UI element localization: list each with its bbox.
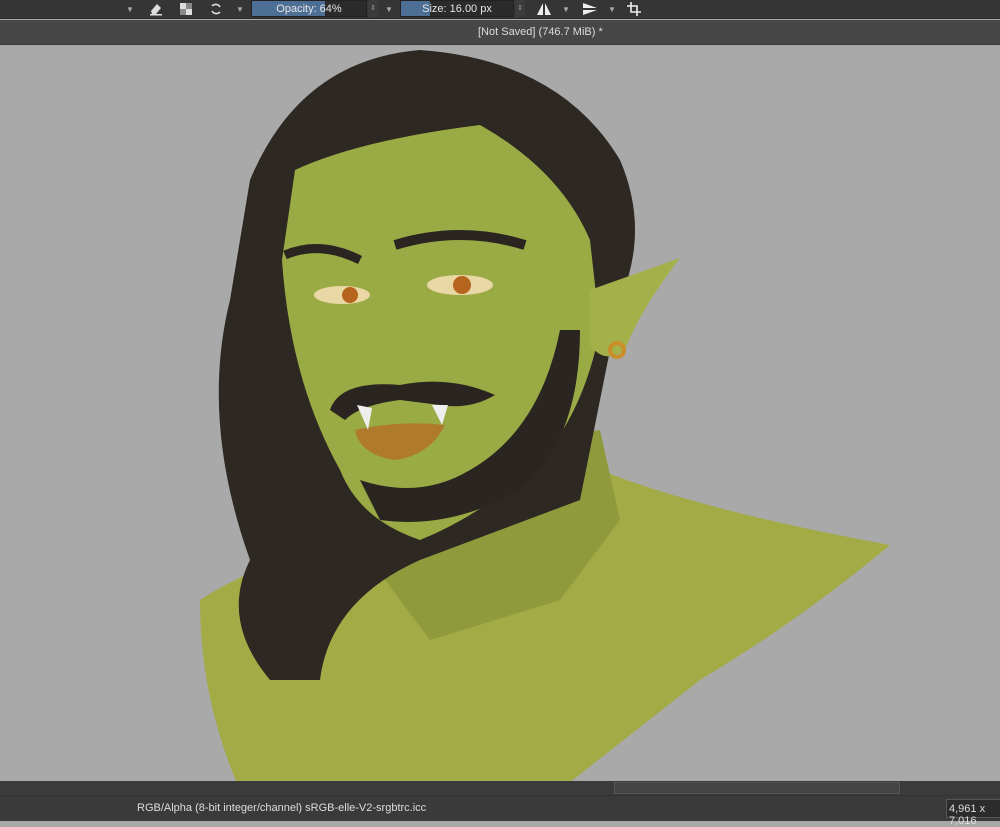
color-space-label[interactable]: RGB/Alpha (8-bit integer/channel) sRGB-e… [137,802,426,814]
chevron-down-icon[interactable]: ▼ [234,0,246,18]
toolbar: ▼ ▼ Opacity: 64% ⇕ ▼ Size: 16.00 px ⇕ ▼ … [0,0,1000,19]
opacity-label: Opacity: 64% [276,2,342,15]
status-bar: RGB/Alpha (8-bit integer/channel) sRGB-e… [0,795,1000,827]
horizontal-scrollbar[interactable] [0,781,1000,795]
image-dimensions[interactable]: 4,961 x 7,016 [946,799,1000,827]
mirror-vertical-icon[interactable] [580,0,600,18]
opacity-spinner[interactable]: ⇕ [368,0,378,17]
chevron-down-icon[interactable]: ▼ [124,0,136,18]
size-slider[interactable]: Size: 16.00 px [400,0,514,17]
document-title-bar: [Not Saved] (746.7 MiB) * [0,20,1000,45]
wrap-around-icon[interactable] [206,0,226,18]
eraser-icon[interactable] [146,0,166,18]
chevron-down-icon[interactable]: ▼ [606,0,618,18]
alpha-lock-icon[interactable] [176,0,196,18]
mirror-horizontal-icon[interactable] [534,0,554,18]
chevron-down-icon[interactable]: ▼ [383,0,395,18]
size-label: Size: 16.00 px [422,2,492,15]
chevron-down-icon[interactable]: ▼ [560,0,572,18]
document-title: [Not Saved] (746.7 MiB) * [478,26,603,38]
artwork-orc-portrait [200,50,890,781]
scrollbar-thumb[interactable] [614,782,900,794]
canvas[interactable] [0,45,1000,781]
size-spinner[interactable]: ⇕ [515,0,525,17]
opacity-slider[interactable]: Opacity: 64% [251,0,367,17]
crop-icon[interactable] [624,0,644,18]
